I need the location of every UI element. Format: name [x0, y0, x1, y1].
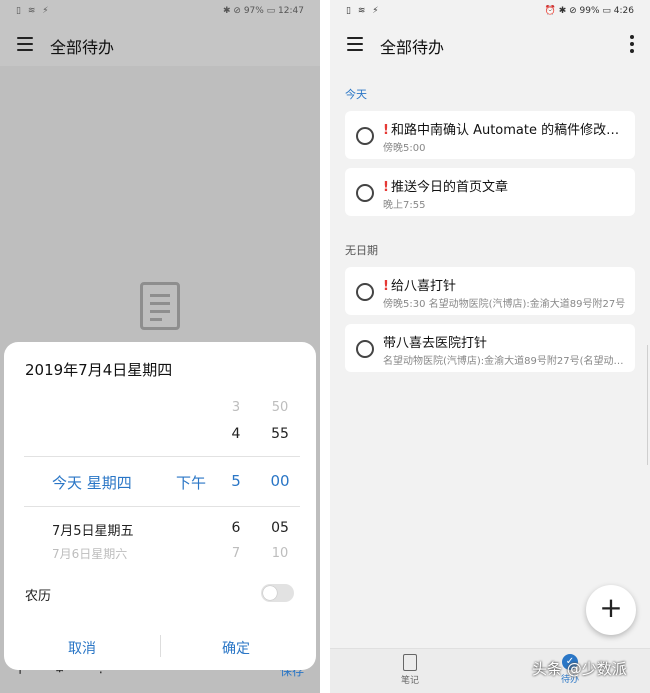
complete-checkbox[interactable] [356, 283, 374, 301]
button-divider [160, 635, 161, 657]
hour-option[interactable]: 6 [230, 520, 242, 536]
hour-option-selected[interactable]: 5 [230, 472, 242, 490]
status-icons-right: ✱ ⊘ 97% ▭ 12:47 [223, 6, 304, 16]
minute-option[interactable]: 05 [270, 520, 290, 536]
empty-document-icon [140, 282, 180, 330]
todo-item[interactable]: ! 给八喜打针 傍晚5:30 名望动物医院(汽博店):金渝大道89号附27号 [345, 267, 635, 315]
page-title: 全部待办 [380, 38, 445, 57]
complete-checkbox[interactable] [356, 184, 374, 202]
todo-subtitle: 傍晚5:00 [383, 143, 426, 154]
menu-icon[interactable] [17, 37, 33, 51]
menu-icon[interactable] [347, 37, 363, 51]
nav-notes-label: 笔记 [400, 676, 419, 686]
add-todo-button[interactable]: + [586, 585, 636, 635]
hour-option[interactable]: 4 [230, 426, 242, 442]
todo-title: ! 给八喜打针 [383, 279, 456, 294]
lunar-toggle[interactable] [261, 584, 294, 602]
todo-item[interactable]: 带八喜去医院打针 名望动物医院(汽博店):金渝大道89号附27号(名望动物医院) [345, 324, 635, 372]
status-bar: ▯ ≋ ⚡ ✱ ⊘ 97% ▭ 12:47 [0, 0, 320, 22]
status-icons-left: ▯ ≋ ⚡ [16, 6, 51, 16]
minute-option[interactable]: 50 [270, 400, 290, 415]
datetime-picker-dialog: 2019年7月4日星期四 今天 星期四 7月5日星期五 7月6日星期六 下午 3… [4, 342, 316, 670]
screen-gap [320, 0, 330, 693]
ampm-option-selected[interactable]: 下午 [176, 472, 206, 493]
minute-option[interactable]: 10 [270, 546, 290, 561]
lunar-label: 农历 [25, 589, 52, 604]
todo-title: ! 推送今日的首页文章 [383, 180, 508, 195]
status-icons-right: ⏰ ✱ ⊘ 99% ▭ 4:26 [544, 6, 634, 16]
status-icons-left: ▯ ≋ ⚡ [346, 6, 381, 16]
picker-selection-rule [24, 456, 300, 457]
toggle-knob [263, 586, 277, 600]
date-option-selected[interactable]: 今天 星期四 [52, 472, 132, 493]
todo-item[interactable]: ! 和路中南确认 Automate 的稿件修改任务 傍晚5:00 [345, 111, 635, 159]
minute-option-selected[interactable]: 00 [270, 472, 290, 490]
section-no-date: 无日期 [345, 244, 378, 257]
cancel-button[interactable]: 取消 [32, 638, 132, 658]
watermark: 头条 @少数派 [532, 660, 627, 678]
app-bar: 全部待办 [0, 22, 320, 66]
app-bar: 全部待办 [330, 22, 650, 66]
hour-option[interactable]: 3 [230, 400, 242, 415]
nav-notes[interactable]: 笔记 [380, 654, 440, 686]
more-options-icon[interactable] [630, 35, 634, 53]
important-icon: ! [383, 279, 389, 294]
confirm-button[interactable]: 确定 [186, 638, 286, 658]
minute-option[interactable]: 55 [270, 426, 290, 442]
date-option[interactable]: 7月6日星期六 [52, 545, 127, 562]
section-today: 今天 [345, 88, 367, 101]
todo-subtitle: 傍晚5:30 名望动物医院(汽博店):金渝大道89号附27号 [383, 299, 626, 310]
notes-icon [403, 654, 417, 671]
hour-option[interactable]: 7 [230, 546, 242, 561]
picker-selection-rule [24, 506, 300, 507]
complete-checkbox[interactable] [356, 340, 374, 358]
important-icon: ! [383, 123, 389, 138]
date-option[interactable]: 7月5日星期五 [52, 520, 134, 539]
todo-item[interactable]: ! 推送今日的首页文章 晚上7:55 [345, 168, 635, 216]
todo-title: ! 和路中南确认 Automate 的稿件修改任务 [383, 123, 629, 138]
todo-subtitle: 晚上7:55 [383, 200, 426, 211]
todo-subtitle: 名望动物医院(汽博店):金渝大道89号附27号(名望动物医院) [383, 356, 629, 367]
complete-checkbox[interactable] [356, 127, 374, 145]
status-bar: ▯ ≋ ⚡ ⏰ ✱ ⊘ 99% ▭ 4:26 [330, 0, 650, 22]
right-screen: ▯ ≋ ⚡ ⏰ ✱ ⊘ 99% ▭ 4:26 全部待办 今天 ! 和路中南确认 A… [330, 0, 650, 693]
picker-title: 2019年7月4日星期四 [25, 361, 173, 379]
left-screen: ▯ ≋ ⚡ ✱ ⊘ 97% ▭ 12:47 全部待办 ⚲⚙⋮ 保存 2019年7… [0, 0, 320, 693]
important-icon: ! [383, 180, 389, 195]
todo-title: 带八喜去医院打针 [383, 336, 488, 351]
page-title: 全部待办 [50, 38, 115, 57]
